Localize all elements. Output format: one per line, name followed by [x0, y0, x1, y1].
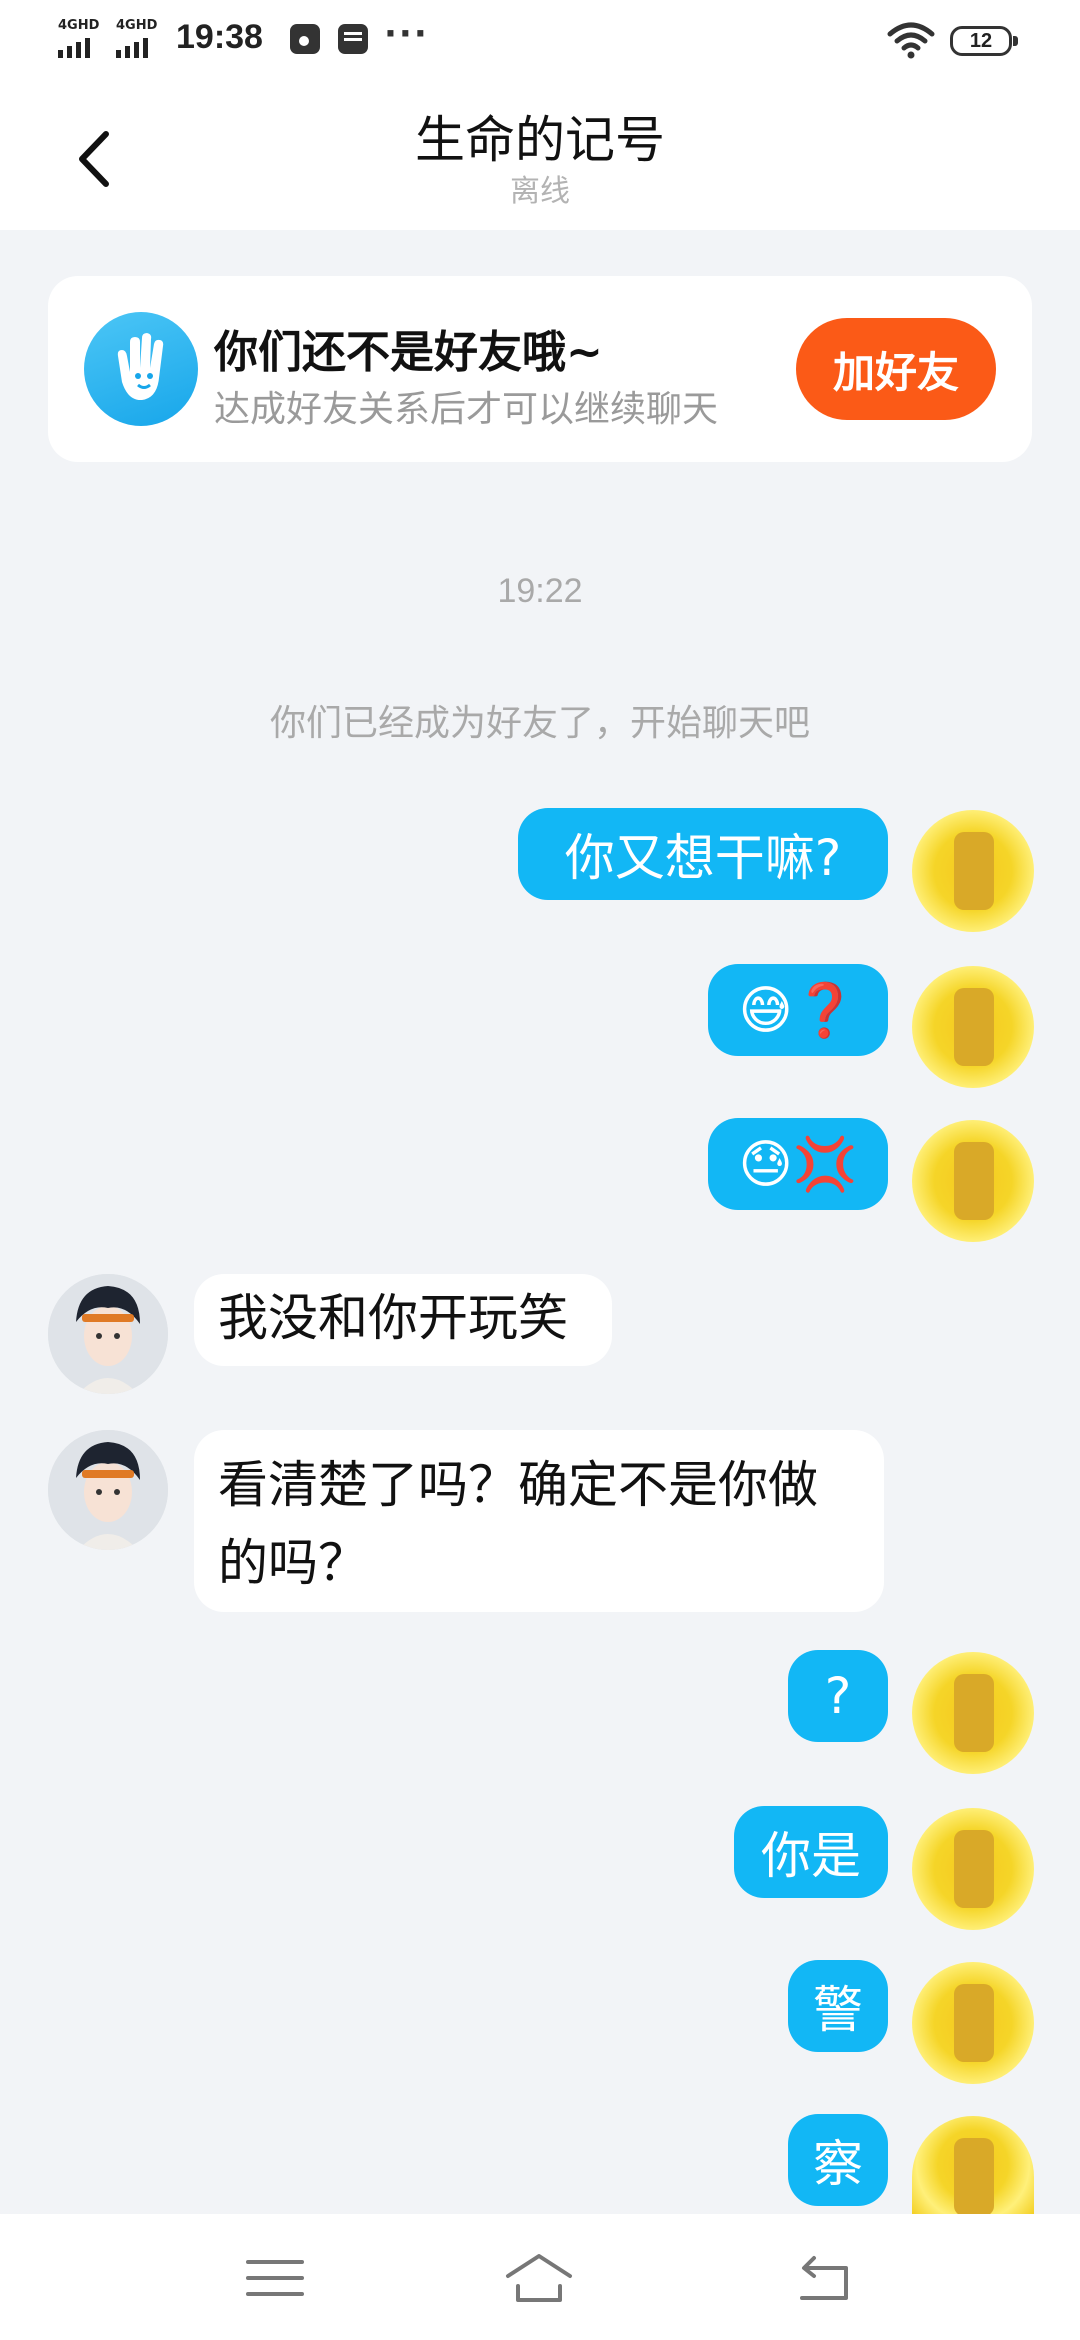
chat-title: 生命的记号 — [415, 111, 665, 169]
more-notifications-icon: ··· — [384, 14, 429, 54]
add-friend-button[interactable]: 加好友 — [796, 318, 996, 420]
avatar[interactable] — [912, 1962, 1034, 2084]
message-timestamp: 19:22 — [497, 572, 583, 610]
wifi-icon — [887, 22, 935, 59]
message-bubble-outgoing[interactable]: 察 — [788, 2114, 888, 2206]
return-icon[interactable] — [792, 2250, 862, 2306]
online-status: 离线 — [510, 174, 570, 209]
battery-icon: 12 — [950, 26, 1018, 56]
message-bubble-incoming[interactable]: 看清楚了吗？确定不是你做的吗？ — [194, 1430, 884, 1612]
message-bubble-outgoing[interactable]: 你是 — [734, 1806, 888, 1898]
avatar[interactable] — [912, 1808, 1034, 1930]
message-bubble-outgoing[interactable]: 你又想干嘛? — [518, 808, 888, 900]
network-label-1: 4GHD — [58, 18, 100, 33]
music-notification-icon — [290, 24, 320, 54]
message-bubble-outgoing[interactable]: ? — [788, 1650, 888, 1742]
system-message: 你们已经成为好友了，开始聊天吧 — [269, 703, 810, 744]
avatar[interactable] — [912, 1652, 1034, 1774]
status-time: 19:38 — [176, 18, 263, 56]
message-bubble-outgoing[interactable]: 😅❓ — [708, 964, 888, 1056]
banner-title: 你们还不是好友哦~ — [214, 327, 603, 378]
avatar[interactable] — [48, 1430, 168, 1550]
chat-header: 生命的记号 离线 — [0, 84, 1080, 230]
hand-wave-icon — [84, 312, 198, 426]
avatar[interactable] — [912, 966, 1034, 1088]
avatar[interactable] — [48, 1274, 168, 1394]
avatar[interactable] — [912, 2116, 1034, 2216]
not-friends-banner: 你们还不是好友哦~ 达成好友关系后才可以继续聊天 加好友 — [48, 276, 1032, 462]
avatar[interactable] — [912, 810, 1034, 932]
message-bubble-outgoing[interactable]: 警 — [788, 1960, 888, 2052]
banner-subtitle: 达成好友关系后才可以继续聊天 — [214, 389, 719, 430]
message-bubble-incoming[interactable]: 我没和你开玩笑 — [194, 1274, 612, 1366]
wallet-notification-icon — [338, 24, 368, 54]
avatar[interactable] — [912, 1120, 1034, 1242]
system-nav-bar — [0, 2214, 1080, 2340]
status-bar: 4GHD 4GHD 19:38 ··· 12 — [0, 0, 1080, 84]
menu-icon[interactable] — [240, 2250, 310, 2306]
network-label-2: 4GHD — [116, 18, 158, 33]
message-bubble-outgoing[interactable]: 😓💢 — [708, 1118, 888, 1210]
home-icon[interactable] — [504, 2250, 574, 2306]
